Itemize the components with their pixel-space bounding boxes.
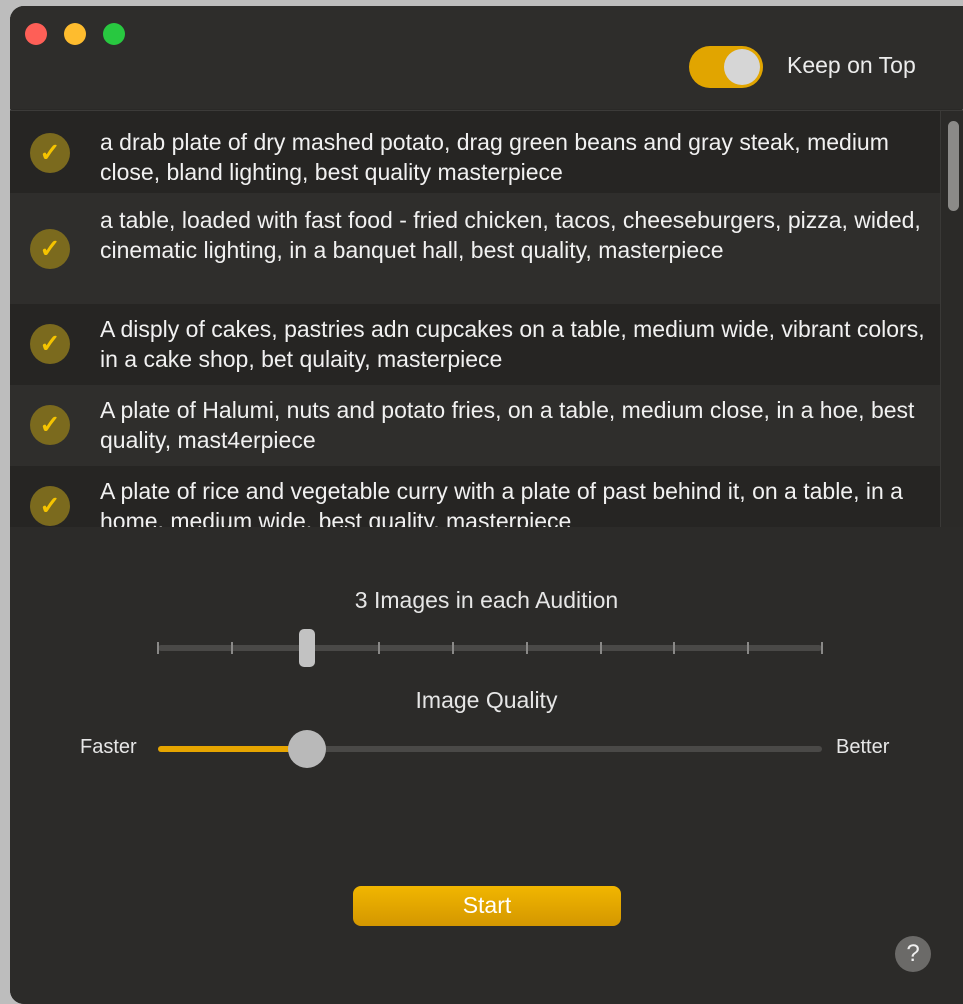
slider-tick	[821, 642, 823, 654]
prompt-text: A plate of rice and vegetable curry with…	[100, 478, 903, 528]
prompt-text: A plate of Halumi, nuts and potato fries…	[100, 397, 915, 453]
slider-tick	[230, 642, 233, 654]
faster-label: Faster	[80, 736, 137, 758]
keep-on-top-toggle[interactable]	[689, 46, 763, 88]
audition-count-label: 3 Images in each Audition	[354, 587, 619, 613]
scrollbar[interactable]	[940, 111, 963, 527]
slider-tick	[525, 642, 528, 654]
image-quality-slider[interactable]	[158, 730, 822, 768]
slider-tick	[378, 642, 381, 654]
checkmark-icon[interactable]: ✓	[30, 486, 70, 526]
prompt-text: a table, loaded with fast food - fried c…	[100, 207, 921, 263]
better-label: Better	[836, 736, 890, 758]
titlebar: Keep on Top	[10, 6, 963, 109]
quality-slider-fill	[158, 746, 308, 752]
slider-tick	[157, 642, 159, 654]
list-item[interactable]: ✓ A plate of Halumi, nuts and potato fri…	[10, 385, 940, 466]
list-item[interactable]: ✓ A disply of cakes, pastries adn cupcak…	[10, 304, 940, 385]
close-window-button[interactable]	[25, 23, 47, 45]
audition-slider-knob[interactable]	[298, 629, 315, 667]
quality-slider-knob[interactable]	[288, 730, 327, 768]
maximize-window-button[interactable]	[103, 23, 125, 45]
keep-on-top-label: Keep on Top	[787, 52, 916, 78]
scroll-thumb[interactable]	[948, 121, 959, 211]
list-item[interactable]: ✓ A plate of rice and vegetable curry wi…	[10, 466, 940, 528]
list-item[interactable]: ✓ a drab plate of dry mashed potato, dra…	[10, 111, 940, 193]
checkmark-icon[interactable]: ✓	[30, 229, 70, 269]
prompt-list[interactable]: ✓ a drab plate of dry mashed potato, dra…	[10, 110, 963, 528]
minimize-window-button[interactable]	[64, 23, 86, 45]
toggle-knob	[724, 49, 760, 85]
prompt-text: A disply of cakes, pastries adn cupcakes…	[100, 316, 925, 372]
start-button[interactable]: Start	[353, 886, 621, 926]
checkmark-icon[interactable]: ✓	[30, 405, 70, 445]
app-window: Keep on Top ✓ a drab plate of dry mashed…	[10, 6, 963, 1004]
audition-count-slider[interactable]	[157, 629, 823, 667]
slider-tick	[747, 642, 750, 654]
list-item[interactable]: ✓ a table, loaded with fast food - fried…	[10, 193, 940, 304]
checkmark-icon[interactable]: ✓	[30, 324, 70, 364]
checkmark-icon[interactable]: ✓	[30, 133, 70, 173]
slider-tick	[673, 642, 676, 654]
image-quality-label: Image Quality	[415, 687, 558, 713]
controls-panel: 3 Images in each Audition Image Quality …	[10, 527, 963, 1004]
slider-tick	[452, 642, 455, 654]
help-button[interactable]: ?	[895, 936, 931, 972]
slider-tick	[599, 642, 602, 654]
prompt-text: a drab plate of dry mashed potato, drag …	[100, 129, 889, 185]
